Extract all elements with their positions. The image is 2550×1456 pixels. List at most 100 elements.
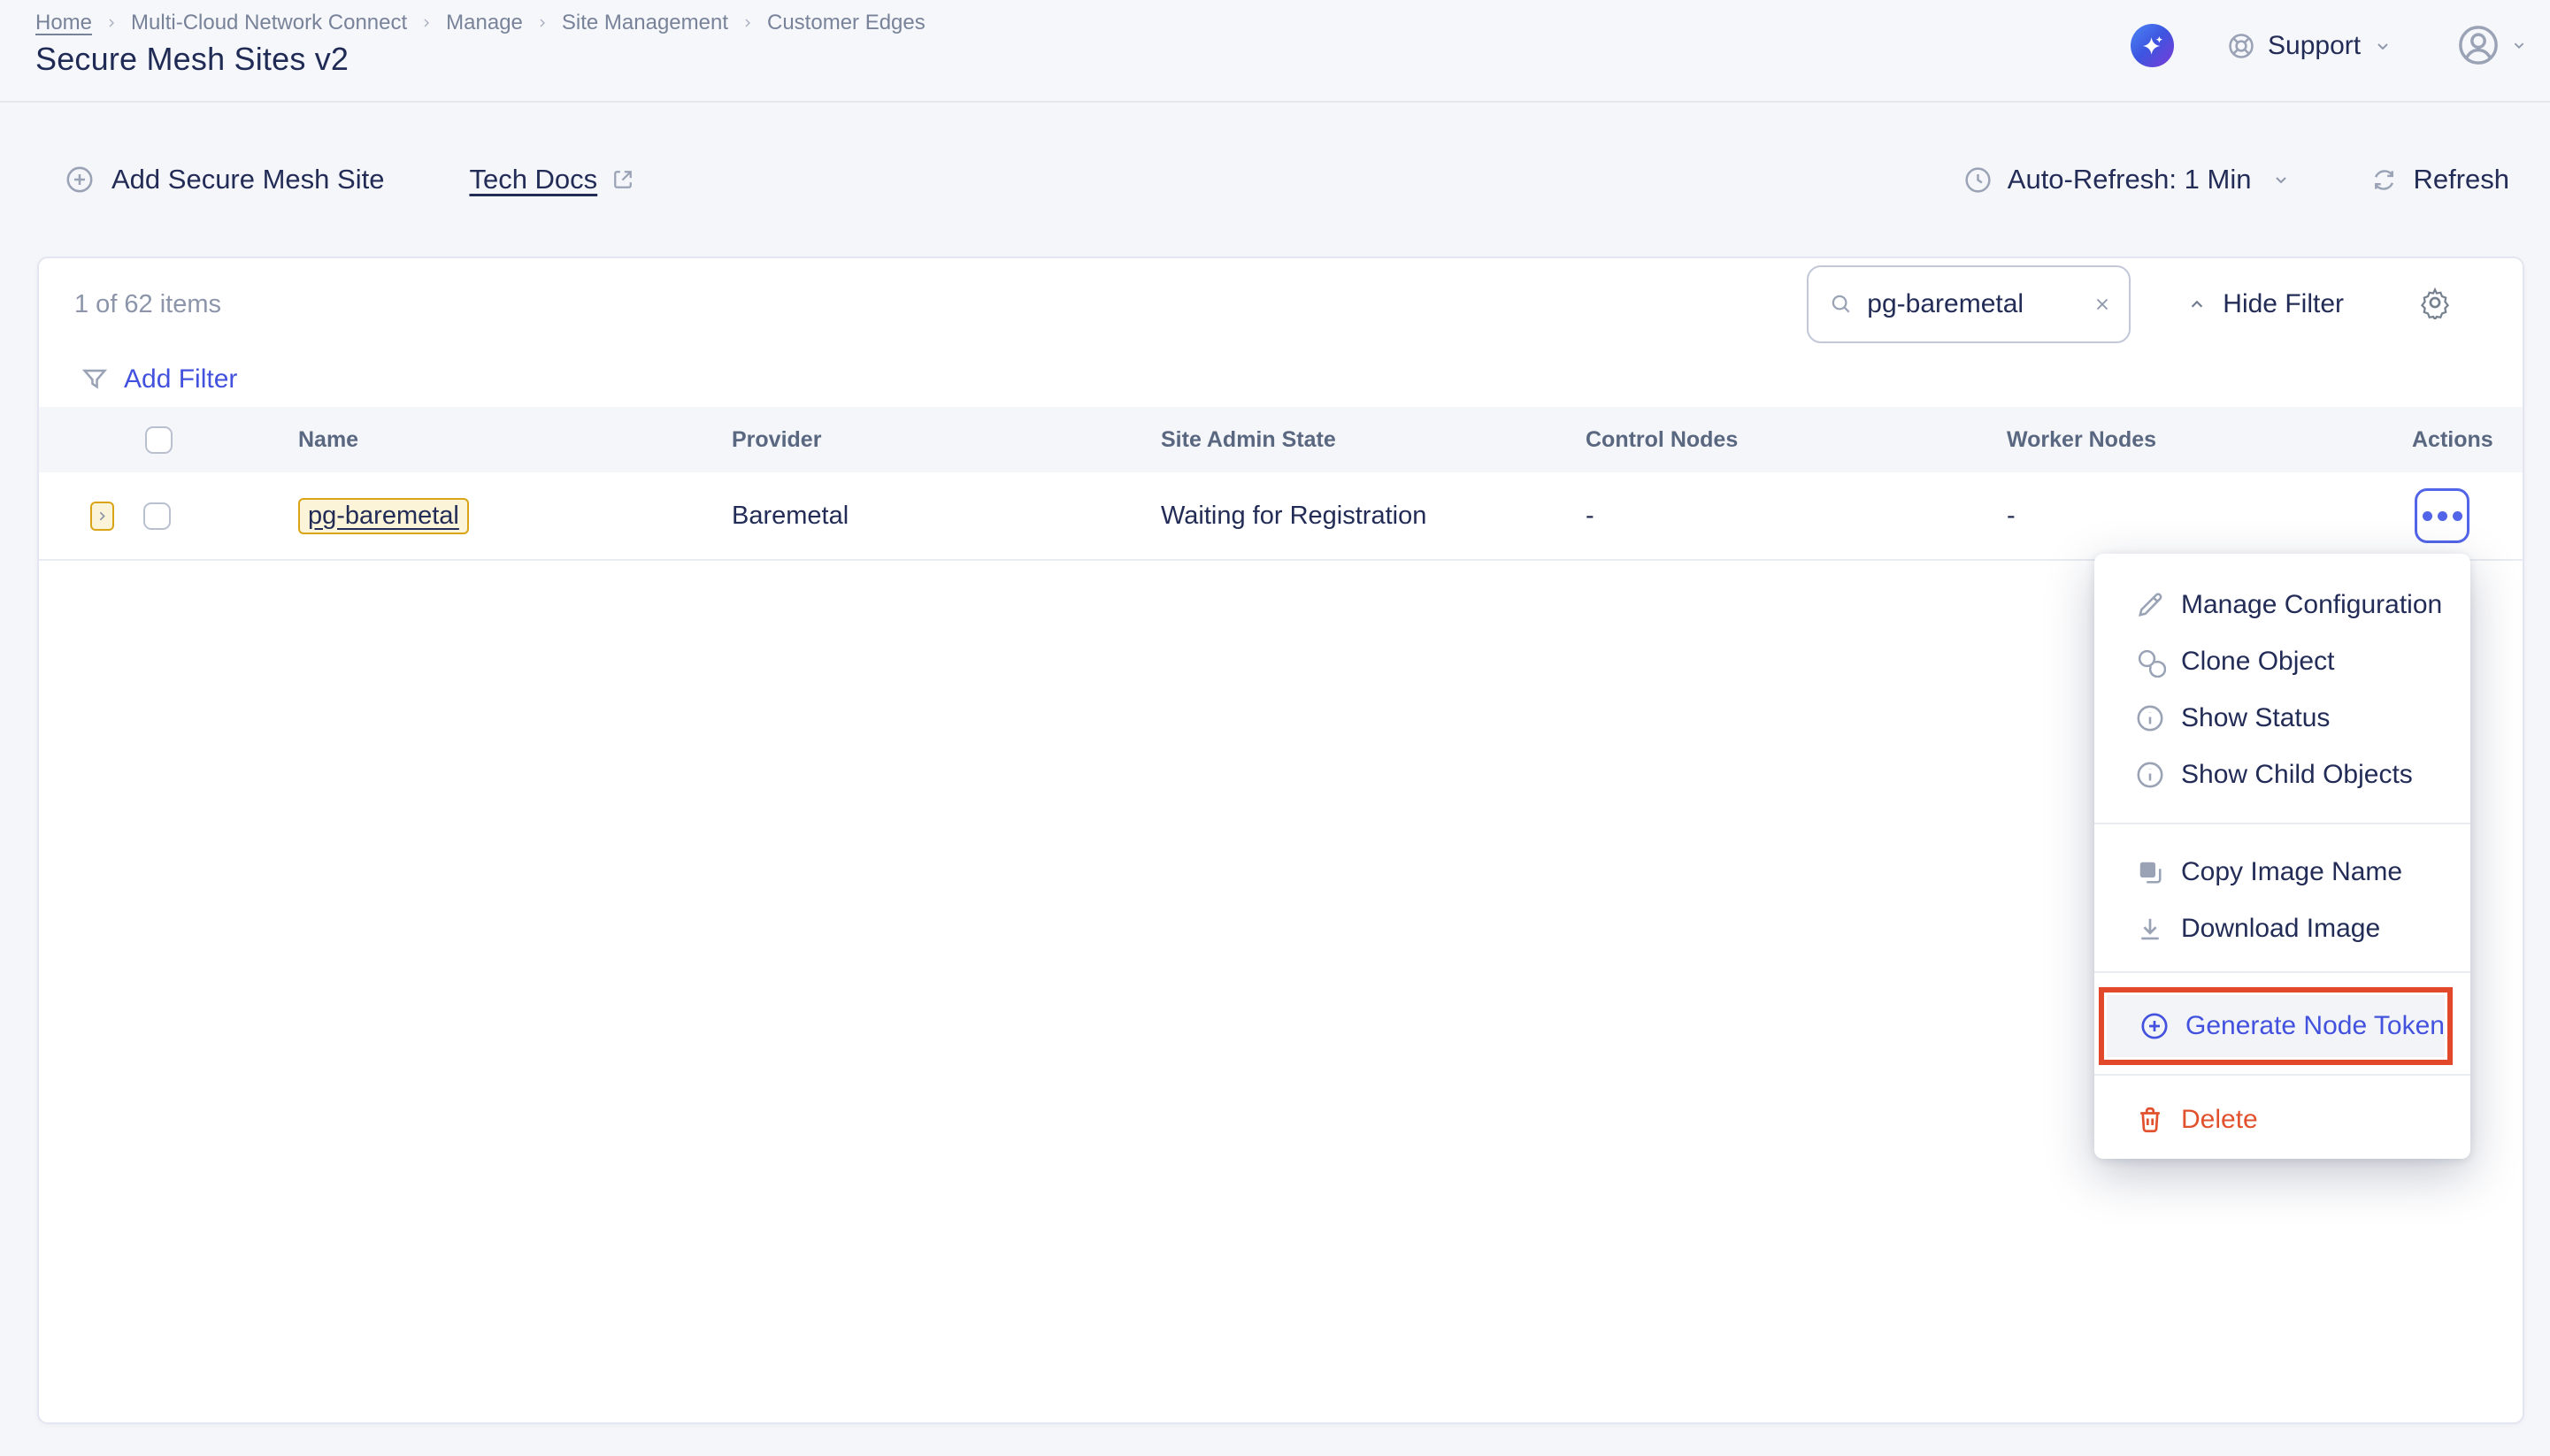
dot <box>2438 511 2447 521</box>
row-actions-menu: Manage Configuration Clone Object Show S… <box>2094 554 2470 1159</box>
app-header: Home Multi-Cloud Network Connect Manage … <box>0 0 2550 103</box>
menu-item-download-image[interactable]: Download Image <box>2094 900 2470 957</box>
add-filter-button[interactable]: Add Filter <box>80 359 2523 400</box>
auto-refresh-dropdown[interactable]: Auto-Refresh: 1 Min <box>1962 164 2293 195</box>
menu-item-label: Copy Image Name <box>2181 857 2402 887</box>
menu-item-clone-object[interactable]: Clone Object <box>2094 633 2470 690</box>
add-secure-mesh-site-label: Add Secure Mesh Site <box>111 164 384 195</box>
menu-item-show-child-objects[interactable]: Show Child Objects <box>2094 747 2470 803</box>
page-title: Secure Mesh Sites v2 <box>35 41 349 78</box>
filter-bar: 1 of 62 items Hide Filter <box>39 265 2523 343</box>
menu-item-label: Show Child Objects <box>2181 760 2413 790</box>
column-header-control-nodes[interactable]: Control Nodes <box>1586 427 2007 453</box>
menu-item-delete[interactable]: Delete <box>2094 1092 2470 1148</box>
cell-worker-nodes: - <box>2007 502 2412 531</box>
table-header-row: Name Provider Site Admin State Control N… <box>39 407 2523 472</box>
support-menu[interactable]: Support <box>2226 24 2393 67</box>
clone-icon <box>2134 646 2166 678</box>
copy-icon <box>2134 856 2166 888</box>
breadcrumb-item[interactable]: Multi-Cloud Network Connect <box>131 11 407 35</box>
chevron-down-icon <box>2509 35 2529 55</box>
chevron-down-icon <box>2270 169 2292 190</box>
breadcrumb-item[interactable]: Site Management <box>562 11 728 35</box>
breadcrumb-item-current: Customer Edges <box>767 11 926 35</box>
search-icon <box>1828 291 1855 318</box>
trash-icon <box>2134 1104 2166 1136</box>
items-count: 1 of 62 items <box>74 290 221 319</box>
clear-search-icon[interactable] <box>2092 294 2113 315</box>
chevron-right-icon <box>419 16 434 30</box>
column-header-provider[interactable]: Provider <box>732 427 1161 453</box>
menu-item-label: Download Image <box>2181 914 2380 944</box>
row-actions-button[interactable] <box>2415 488 2469 543</box>
chevron-right-icon <box>741 16 755 30</box>
chevron-up-icon <box>2185 293 2208 316</box>
ai-assistant-button[interactable] <box>2131 24 2174 67</box>
gear-icon <box>2418 286 2452 319</box>
refresh-icon <box>2370 165 2399 195</box>
cell-provider: Baremetal <box>732 502 1161 531</box>
menu-item-label: Clone Object <box>2181 647 2334 677</box>
info-icon <box>2134 702 2166 734</box>
plus-circle-icon <box>2139 1010 2170 1042</box>
breadcrumb: Home Multi-Cloud Network Connect Manage … <box>35 11 926 35</box>
menu-divider <box>2094 1074 2470 1076</box>
sites-table: Name Provider Site Admin State Control N… <box>39 407 2523 561</box>
dot <box>2453 511 2462 521</box>
menu-item-copy-image-name[interactable]: Copy Image Name <box>2094 844 2470 900</box>
account-menu[interactable] <box>2455 22 2529 68</box>
row-expander-button[interactable] <box>90 502 114 531</box>
download-icon <box>2134 913 2166 945</box>
column-header-worker-nodes[interactable]: Worker Nodes <box>2007 427 2412 453</box>
site-name-link[interactable]: pg-baremetal <box>308 502 459 531</box>
chevron-right-icon <box>104 16 119 30</box>
column-header-actions: Actions <box>2412 427 2531 453</box>
menu-item-label: Delete <box>2181 1105 2258 1135</box>
tech-docs-link[interactable]: Tech Docs <box>469 164 636 195</box>
dot <box>2423 511 2432 521</box>
pencil-icon <box>2134 589 2166 621</box>
external-link-icon <box>610 166 636 193</box>
select-all-checkbox[interactable] <box>145 426 173 454</box>
search-input[interactable] <box>1867 289 2079 319</box>
funnel-icon <box>80 364 110 395</box>
annotation-highlight-box: Generate Node Token <box>2099 987 2453 1065</box>
lifebuoy-icon <box>2226 31 2256 61</box>
clock-icon <box>1962 165 1993 195</box>
avatar-icon <box>2455 22 2501 68</box>
plus-circle-icon <box>64 164 96 195</box>
table-settings-button[interactable] <box>2418 286 2452 324</box>
menu-item-label: Generate Node Token <box>2185 1011 2445 1041</box>
menu-item-generate-node-token[interactable]: Generate Node Token <box>2107 995 2445 1057</box>
column-header-site-admin-state[interactable]: Site Admin State <box>1161 427 1586 453</box>
menu-item-manage-configuration[interactable]: Manage Configuration <box>2094 577 2470 633</box>
site-name-highlight: pg-baremetal <box>298 498 469 534</box>
menu-item-label: Show Status <box>2181 703 2330 733</box>
search-box <box>1807 265 2131 343</box>
column-header-name[interactable]: Name <box>298 427 732 453</box>
hide-filter-toggle[interactable]: Hide Filter <box>2185 289 2344 319</box>
breadcrumb-item[interactable]: Manage <box>446 11 523 35</box>
cell-control-nodes: - <box>1586 502 2007 531</box>
menu-divider <box>2094 971 2470 973</box>
cell-site-admin-state: Waiting for Registration <box>1161 502 1586 531</box>
chevron-right-icon <box>535 16 549 30</box>
add-secure-mesh-site-button[interactable]: Add Secure Mesh Site <box>64 164 384 195</box>
menu-divider <box>2094 823 2470 824</box>
page-toolbar: Add Secure Mesh Site Tech Docs Auto-Refr… <box>0 103 2550 257</box>
menu-item-label: Manage Configuration <box>2181 590 2442 620</box>
tech-docs-label: Tech Docs <box>469 164 597 195</box>
hide-filter-label: Hide Filter <box>2223 289 2344 319</box>
info-icon <box>2134 759 2166 791</box>
sparkle-icon <box>2138 31 2168 61</box>
refresh-label: Refresh <box>2413 164 2509 195</box>
breadcrumb-home-link[interactable]: Home <box>35 11 92 35</box>
table-row: pg-baremetal Baremetal Waiting for Regis… <box>39 472 2523 561</box>
menu-item-show-status[interactable]: Show Status <box>2094 690 2470 747</box>
auto-refresh-label: Auto-Refresh: 1 Min <box>2008 164 2252 195</box>
chevron-down-icon <box>2372 35 2393 57</box>
add-filter-label: Add Filter <box>124 364 237 395</box>
chevron-right-icon <box>95 509 110 524</box>
row-checkbox[interactable] <box>143 502 171 530</box>
refresh-button[interactable]: Refresh <box>2370 164 2509 195</box>
